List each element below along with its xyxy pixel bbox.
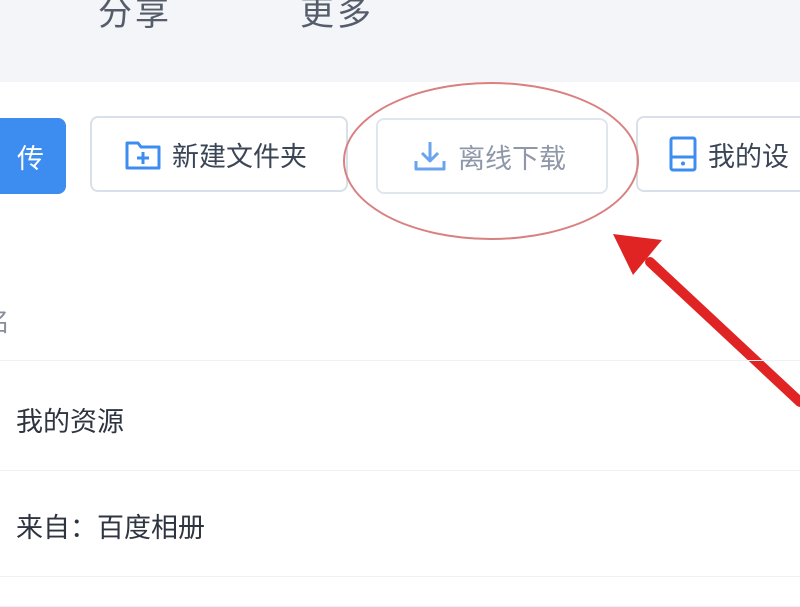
my-device-button[interactable]: 我的设: [636, 116, 800, 192]
column-name-header[interactable]: 名: [0, 302, 10, 339]
new-folder-button-label: 新建文件夹: [172, 141, 307, 173]
upload-button-label: 传: [17, 143, 44, 175]
upload-button[interactable]: 传: [0, 118, 66, 194]
list-item[interactable]: 来自：百度相册: [0, 470, 800, 577]
list-item[interactable]: 我的资源: [0, 364, 800, 471]
nav-share[interactable]: 分享: [98, 0, 172, 35]
nav-more[interactable]: 更多: [300, 0, 374, 35]
list-header: 名: [0, 296, 800, 361]
list-item-label: 来自：百度相册: [16, 513, 205, 544]
my-device-button-label: 我的设: [708, 141, 789, 173]
list-item-label: 我的资源: [16, 407, 124, 438]
folder-plus-icon: [124, 137, 162, 171]
list-item[interactable]: [0, 576, 800, 607]
top-navigation: 分享 更多: [0, 0, 800, 83]
device-icon: [668, 135, 698, 173]
annotation-ellipse: [343, 82, 639, 240]
new-folder-button[interactable]: 新建文件夹: [90, 116, 348, 192]
